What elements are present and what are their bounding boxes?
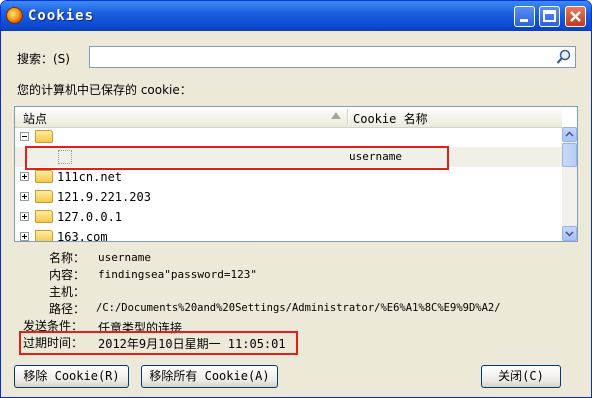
site-label: 163.com [57,230,108,242]
tree-row-site-folder[interactable]: 111cn.net [15,167,562,187]
sort-arrow-icon [331,112,341,119]
detail-name-label: 名称： [49,251,86,265]
remove-all-cookies-button[interactable]: 移除所有 Cookie(A) [141,365,278,388]
folder-icon [35,170,53,183]
detail-host-label: 主机： [49,285,86,299]
expand-icon[interactable] [20,232,29,241]
scroll-down-button[interactable] [562,226,577,241]
vertical-scrollbar[interactable] [562,127,577,241]
folder-icon [35,210,53,223]
close-window-button[interactable] [565,6,586,27]
search-field[interactable] [89,46,576,68]
title-bar[interactable]: Cookies [1,1,591,31]
remove-cookie-button[interactable]: 移除 Cookie(R) [14,365,129,388]
column-header-site[interactable]: 站点 [23,110,47,127]
chevron-down-icon [565,231,574,237]
magnifier-icon[interactable] [556,49,572,65]
collapse-icon[interactable] [20,132,29,141]
detail-content-value: findingsea"password=123" [98,268,257,281]
cookie-tree[interactable]: 站点 Cookie 名称 username 111cn.net 121.9.22… [14,106,578,242]
highlight-box-expire [19,331,298,355]
firefox-icon [6,7,23,24]
tree-row-site-folder[interactable] [15,127,562,147]
column-header-cookie-name[interactable]: Cookie 名称 [353,110,428,127]
expand-icon[interactable] [20,172,29,181]
site-label: 121.9.221.203 [57,190,151,204]
folder-icon [35,190,53,203]
tree-header: 站点 Cookie 名称 [15,107,562,128]
search-input[interactable] [92,48,556,68]
detail-path-label: 路径： [49,302,86,316]
detail-path-value: /C:/Documents%20and%20Settings/Administr… [96,302,501,314]
maximize-icon [543,10,556,22]
highlight-box-cookie-row [25,146,449,170]
folder-icon [35,130,53,143]
window-title: Cookies [28,8,95,24]
expand-icon[interactable] [20,212,29,221]
detail-name-value: username [98,251,151,264]
site-label: 127.0.0.1 [57,210,123,224]
cookies-window: Cookies 搜索：(S) 您的计算机中已保存的 cookie： 站点 Coo… [0,0,592,398]
folder-icon [35,230,53,241]
site-label: 111cn.net [57,170,123,184]
minimize-button[interactable] [514,6,535,27]
maximize-button[interactable] [539,6,560,27]
list-caption: 您的计算机中已保存的 cookie： [17,83,192,97]
minimize-icon [520,19,528,22]
chevron-up-icon [565,131,574,137]
tree-row-site-folder[interactable]: 127.0.0.1 [15,207,562,227]
tree-row-site-folder[interactable]: 163.com [15,227,562,242]
search-label: 搜索：(S) [17,52,70,66]
column-divider[interactable] [347,109,349,125]
tree-row-site-folder[interactable]: 121.9.221.203 [15,187,562,207]
close-button[interactable]: 关闭(C) [481,365,561,388]
scroll-up-button[interactable] [562,127,577,142]
detail-content-label: 内容： [49,268,86,282]
close-icon [570,11,581,22]
scroll-thumb[interactable] [562,143,577,167]
expand-icon[interactable] [20,192,29,201]
